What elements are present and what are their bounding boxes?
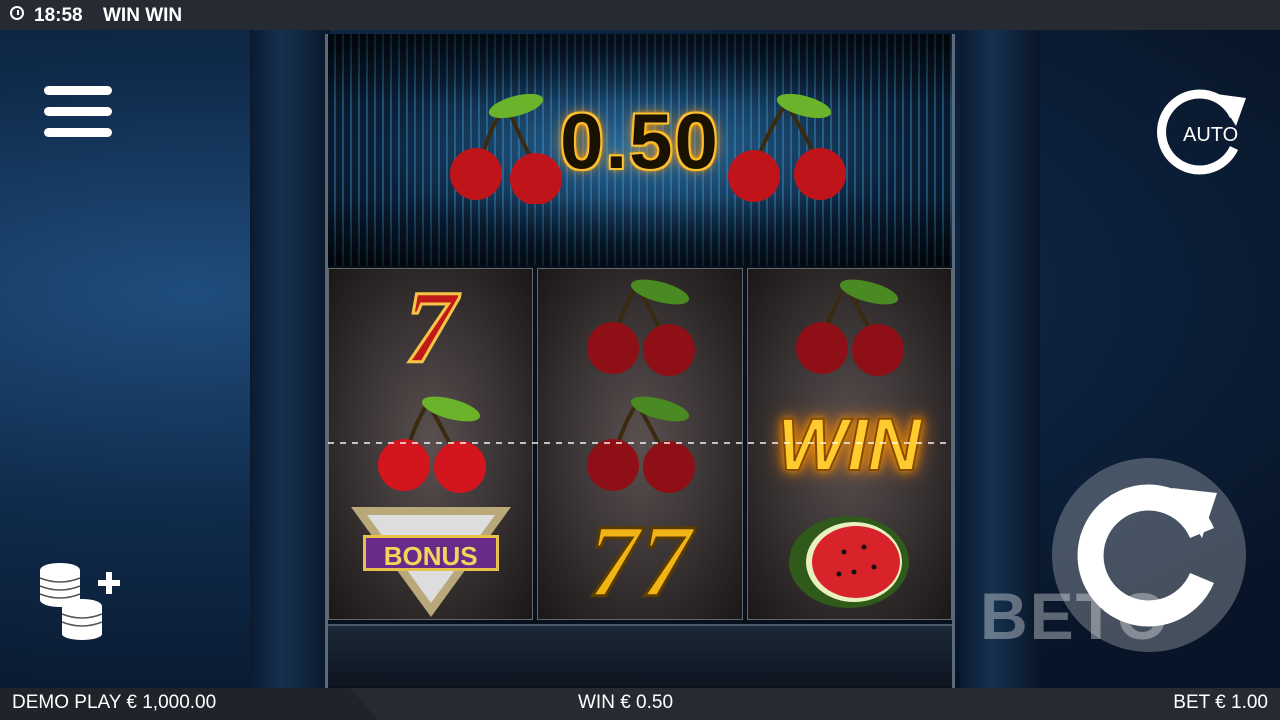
bonus-label: BONUS xyxy=(362,534,499,571)
win-symbol: WIN xyxy=(776,402,922,487)
bet-settings-button[interactable] xyxy=(38,562,130,640)
autoplay-label: AUTO xyxy=(1183,124,1239,146)
symbol-bonus: BONUS xyxy=(329,503,532,620)
watermelon-icon xyxy=(789,515,910,608)
menu-bar xyxy=(44,107,112,116)
symbol-seven: 7 xyxy=(329,269,532,386)
bonus-icon: BONUS xyxy=(350,506,511,617)
cherry-icon xyxy=(796,279,905,376)
bottom-bar: DEMO PLAY € 1,000.00 WIN € 0.50 BET € 1.… xyxy=(0,688,1280,720)
clock-icon xyxy=(10,6,24,20)
balance-display: DEMO PLAY € 1,000.00 xyxy=(0,688,378,720)
top-bar: 18:58 WIN WIN xyxy=(0,0,1280,30)
win-display: WIN € 0.50 xyxy=(578,692,674,713)
cherry-icon xyxy=(586,396,695,493)
cherry-icon xyxy=(586,279,695,376)
reel-2: 7 7 xyxy=(537,268,743,620)
bet-display[interactable]: BET € 1.00 xyxy=(1173,692,1268,714)
win-panel: 0.50 xyxy=(328,34,952,266)
symbol-cherry xyxy=(538,386,741,503)
reels: 7 BONUS 7 7 WIN xyxy=(328,268,952,620)
symbol-cherry xyxy=(329,386,532,503)
symbol-seven-gold: 7 7 xyxy=(538,503,741,620)
clock-time: 18:58 xyxy=(34,5,83,26)
menu-bar xyxy=(44,128,112,137)
payline xyxy=(328,442,952,444)
slot-machine: 0.50 7 BONUS 7 7 WIN xyxy=(325,34,955,688)
symbol-watermelon xyxy=(748,503,951,620)
beto-watermark: BETO xyxy=(980,579,1171,653)
symbol-cherry xyxy=(538,269,741,386)
seven-red-icon: 7 xyxy=(403,269,458,385)
seven-gold-icon: 7 xyxy=(586,503,641,619)
menu-bar xyxy=(44,86,112,95)
reel-frame-bottom xyxy=(328,624,952,686)
symbol-cherry xyxy=(748,269,951,386)
win-amount: 0.50 xyxy=(560,97,720,185)
curtain-left xyxy=(250,30,330,688)
menu-button[interactable] xyxy=(44,86,112,144)
game-title: WIN WIN xyxy=(103,5,183,26)
reel-1: 7 BONUS xyxy=(328,268,534,620)
symbol-win: WIN xyxy=(748,386,951,503)
cherry-icon xyxy=(377,396,486,493)
seven-gold-icon: 7 xyxy=(638,503,693,619)
reel-3: WIN xyxy=(746,268,952,620)
